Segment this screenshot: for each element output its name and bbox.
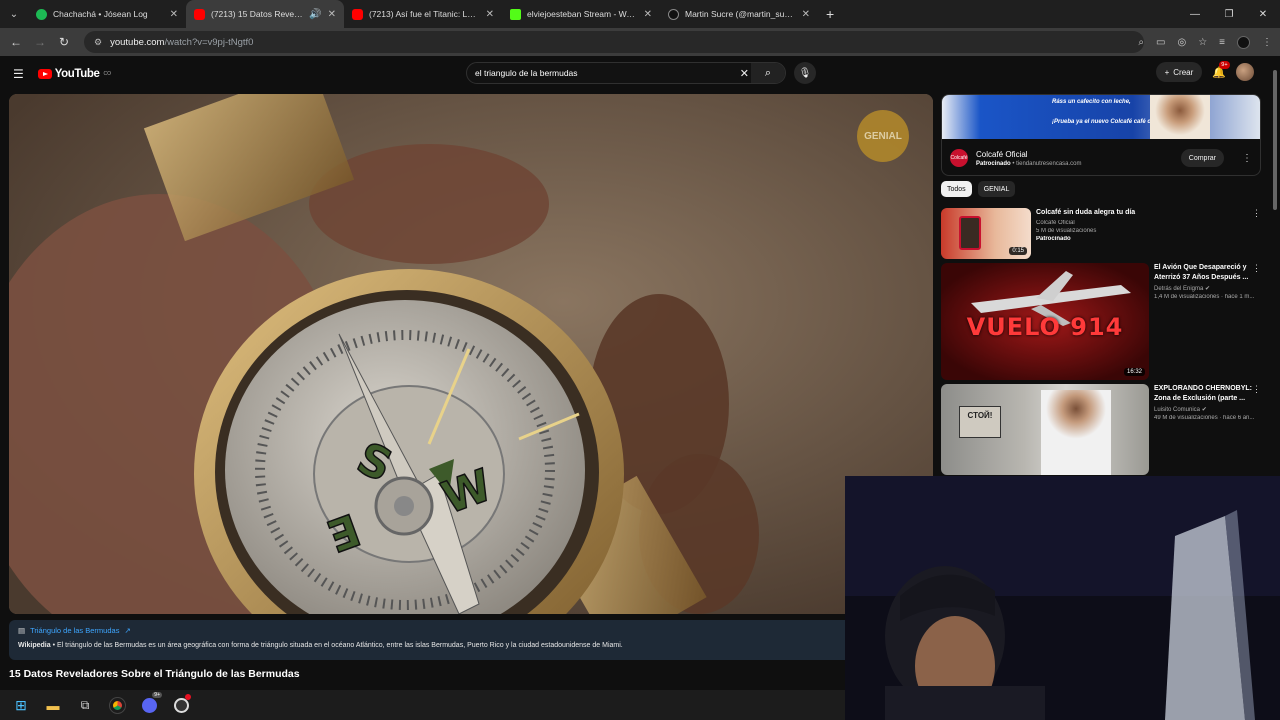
thumbnail-headline: VUELO 914 [966,313,1124,341]
notification-badge: 9+ [1219,60,1230,69]
restore-icon[interactable]: ❐ [1212,0,1246,28]
address-bar-row: ← → ↻ ⚙ youtube.com/watch?v=v9pj-tNgtf0 … [0,28,1280,56]
filter-chips: Todos GENIAL [941,181,1016,197]
audio-playing-icon[interactable]: 🔊 [309,9,321,20]
search-input[interactable]: el triangulo de la bermudas ✕ ⌕ [466,62,786,84]
tab-tiktok[interactable]: Martin Sucre (@martin_sucre3) ✕ [660,0,818,28]
info-panel: ▤ Triángulo de las Bermudas ↗ Wikipedia … [9,620,933,660]
minimize-icon[interactable]: — [1178,0,1212,28]
list-item[interactable]: 0:15 Colcafé sin duda alegra tu día Colc… [941,208,1265,259]
back-icon[interactable]: ← [4,35,28,49]
verified-icon: ✔ [1205,286,1211,292]
browser-menu-icon[interactable]: ⋮ [1262,37,1272,48]
video-thumbnail[interactable]: 0:15 [941,208,1031,259]
new-tab-icon[interactable]: + [826,6,834,22]
clear-search-icon[interactable]: ✕ [740,67,749,80]
avatar[interactable] [1236,63,1254,81]
close-window-icon[interactable]: ✕ [1246,0,1280,28]
plus-icon: + [1164,67,1170,77]
close-tab-icon[interactable]: ✕ [328,9,336,20]
streamer-camera-image [845,476,1280,720]
close-tab-icon[interactable]: ✕ [170,9,178,20]
buy-button[interactable]: Comprar [1180,149,1224,167]
obs-icon[interactable] [172,694,191,714]
create-button[interactable]: + Crear [1155,62,1203,82]
tiktok-icon [668,8,679,20]
kick-icon [510,8,521,20]
close-tab-icon[interactable]: ✕ [486,9,494,20]
youtube-icon [194,8,205,20]
windows-taskbar: ⊞ ▬ ⧉ 9+ [0,690,845,720]
video-thumbnail[interactable]: СТОЙ! [941,384,1149,475]
youtube-logo[interactable]: YouTube CO [37,68,111,80]
windows-start-icon[interactable]: ⊞ [12,696,30,714]
address-bar-icons: ⌕ ▭ ◎ ☆ ≡ ⋮ [1138,28,1272,56]
bookmark-star-icon[interactable]: ☆ [1198,37,1207,48]
spotify-icon [36,8,47,20]
tab-titanic[interactable]: (7213) Así fue el Titanic: La Verd ✕ [344,0,502,28]
sponsored-ad-card[interactable]: Ráss un cafecito con leche, ¡Prueba ya el… [941,94,1261,176]
ad-banner[interactable]: Ráss un cafecito con leche, ¡Prueba ya el… [942,95,1260,139]
tab-search-chevron-icon[interactable]: ⌄ [0,0,28,28]
verified-icon: ✔ [1201,407,1207,413]
presenter-image [1041,390,1111,475]
video-frame-compass: S W E [9,94,933,614]
genial-watermark: GENIAL [857,110,909,162]
product-image [959,216,981,250]
forward-icon[interactable]: → [28,35,52,49]
discord-badge: 9+ [152,692,162,698]
video-player[interactable]: S W E GENIAL [9,94,933,614]
profile-icon[interactable] [1237,35,1250,49]
url-field[interactable]: ⚙ youtube.com/watch?v=v9pj-tNgtf0 [84,31,1144,53]
colcafe-logo: Colcafé [950,149,968,167]
window-controls: — ❐ ✕ [1178,0,1280,28]
close-tab-icon[interactable]: ✕ [802,9,810,20]
chip-genial[interactable]: GENIAL [977,181,1016,197]
tab-chachacha[interactable]: Chachachá • Jósean Log ✕ [28,0,186,28]
document-icon: ▤ [18,626,26,635]
external-link-icon: ↗ [124,626,131,635]
video-title: 15 Datos Reveladores Sobre el Triángulo … [9,668,300,680]
close-tab-icon[interactable]: ✕ [644,9,652,20]
search-icon: ⌕ [764,66,772,79]
tab-15-datos[interactable]: (7213) 15 Datos Reveladores 🔊 ✕ [186,0,344,28]
menu-icon[interactable]: ☰ [13,67,24,81]
ad-info: Colcafé Colcafé Oficial Patrocinado • ti… [942,139,1260,175]
youtube-header: ☰ YouTube CO el triangulo de la bermudas … [0,56,1280,92]
site-info-icon[interactable]: ⚙ [94,37,102,48]
list-item[interactable]: СТОЙ! EXPLORANDO CHERNOBYL: Zona de Excl… [941,384,1265,475]
more-options-icon[interactable]: ⋮ [1252,263,1261,274]
reload-icon[interactable]: ↻ [52,35,76,49]
more-options-icon[interactable]: ⋮ [1242,153,1252,164]
warning-sign: СТОЙ! [959,406,1001,438]
chrome-icon[interactable] [108,696,126,714]
notifications-icon[interactable]: 🔔 9+ [1212,60,1230,79]
discord-icon[interactable]: 9+ [140,692,162,714]
list-item[interactable]: VUELO 914 16:32 El Avión Que Desapareció… [941,263,1265,380]
chip-todos[interactable]: Todos [941,181,972,197]
file-explorer-icon[interactable]: ▬ [44,696,62,714]
ad-text: Colcafé Oficial Patrocinado • tiendanutr… [976,149,1082,167]
snipping-tool-icon[interactable]: ⧉ [76,696,94,714]
header-actions: + Crear 🔔 9+ [1155,60,1254,82]
webcam-overlay [845,476,1280,720]
cast-icon[interactable]: ▭ [1156,37,1165,48]
youtube-icon [352,8,363,20]
wiki-link[interactable]: ▤ Triángulo de las Bermudas ↗ [18,626,924,635]
browser-tab-bar: ⌄ Chachachá • Jósean Log ✕ (7213) 15 Dat… [0,0,1280,28]
zoom-icon[interactable]: ⌕ [1138,37,1144,48]
scrollbar[interactable] [1273,70,1277,210]
voice-search-icon[interactable]: 🎙 [794,62,816,84]
tab-kick-stream[interactable]: elviejoesteban Stream - Watch L ✕ [502,0,660,28]
more-options-icon[interactable]: ⋮ [1252,208,1261,219]
video-thumbnail[interactable]: VUELO 914 16:32 [941,263,1149,380]
hide-icon[interactable]: ◎ [1177,37,1186,48]
search-button[interactable]: ⌕ [751,63,785,83]
ad-person-image [1150,95,1210,139]
media-controls-icon[interactable]: ≡ [1219,37,1225,48]
wiki-summary: Wikipedia • El triángulo de las Bermudas… [18,642,623,649]
youtube-play-icon [37,69,52,79]
more-options-icon[interactable]: ⋮ [1252,384,1261,395]
